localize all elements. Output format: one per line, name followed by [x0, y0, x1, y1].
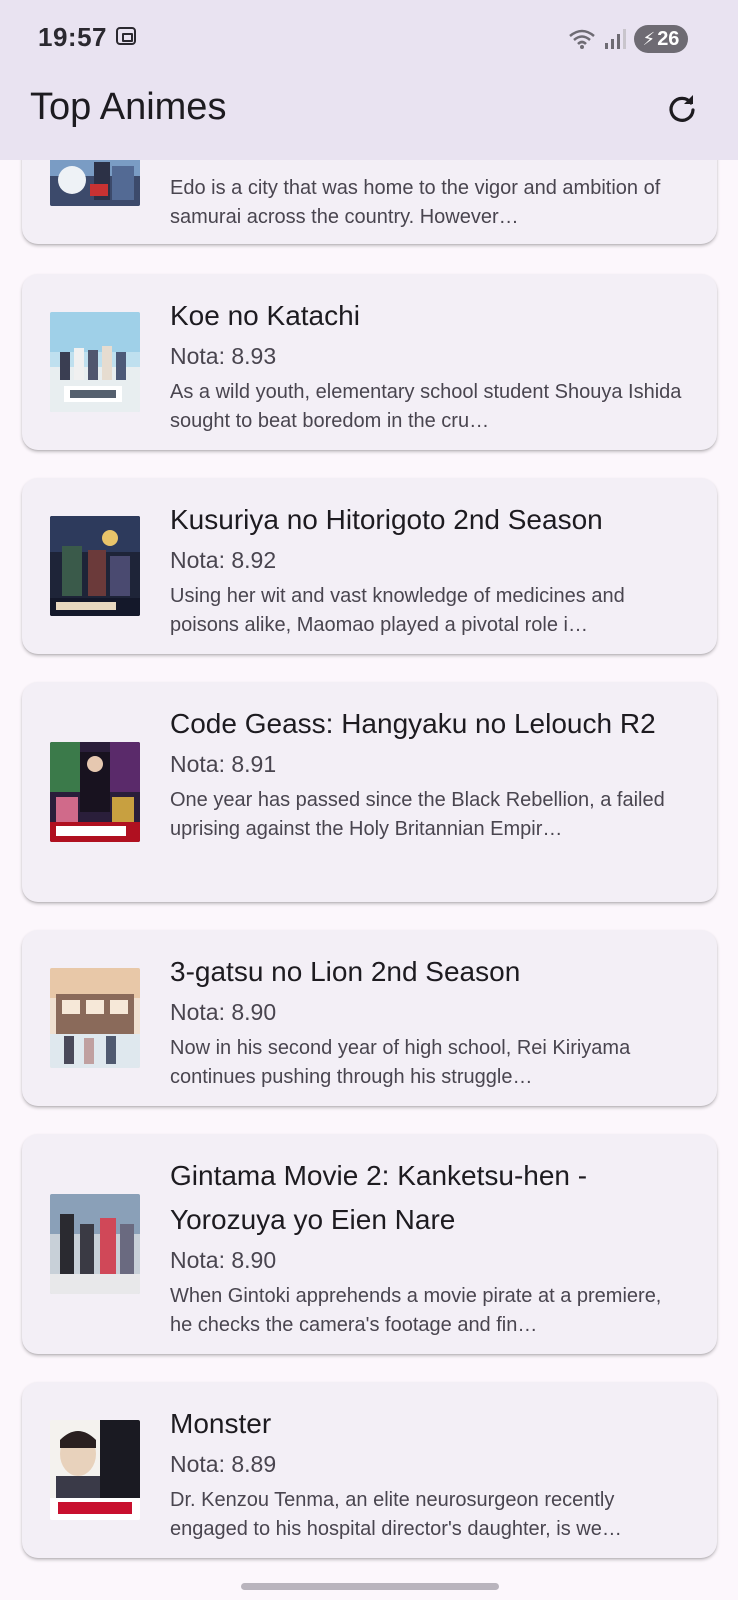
anime-title: Gintama Movie 2: Kanketsu-hen - Yorozuya… [170, 1160, 588, 1235]
anime-poster [50, 312, 140, 412]
anime-card[interactable]: Monster Nota: 8.89 Dr. Kenzou Tenma, an … [22, 1382, 717, 1558]
anime-score: Nota: 8.91 [170, 751, 277, 777]
anime-card[interactable]: Gintama Movie 2: Kanketsu-hen - Yorozuya… [22, 1134, 717, 1354]
page-title: Top Animes [30, 86, 227, 128]
app-bar: 19:57 ⚡ 26 Top Animes [0, 0, 738, 160]
anime-synopsis: Using her wit and vast knowledge of medi… [170, 585, 625, 636]
anime-score: Nota: 8.90 [170, 1247, 277, 1273]
battery-indicator: ⚡ 26 [634, 25, 688, 53]
anime-card[interactable]: 3-gatsu no Lion 2nd Season Nota: 8.90 No… [22, 930, 717, 1106]
anime-synopsis: When Gintoki apprehends a movie pirate a… [170, 1285, 662, 1336]
anime-synopsis: Dr. Kenzou Tenma, an elite neurosurgeon … [170, 1489, 622, 1540]
anime-card[interactable]: Koe no Katachi Nota: 8.93 As a wild yout… [22, 274, 717, 450]
anime-score: Nota: 8.92 [170, 547, 277, 573]
refresh-icon[interactable] [666, 92, 698, 124]
battery-bolt-icon: ⚡ [642, 28, 656, 49]
anime-synopsis: As a wild youth, elementary school stude… [170, 381, 682, 432]
anime-score: Nota: 8.89 [170, 1451, 277, 1477]
anime-title: Monster [170, 1408, 272, 1439]
anime-synopsis: Edo is a city that was home to the vigor… [170, 177, 661, 228]
status-time: 19:57 [38, 22, 107, 52]
status-icons: ⚡ 26 [568, 24, 688, 54]
anime-poster [50, 968, 140, 1068]
screenshot-icon [116, 27, 136, 45]
battery-level: 26 [657, 27, 680, 50]
anime-card[interactable]: Kusuriya no Hitorigoto 2nd Season Nota: … [22, 478, 717, 654]
anime-poster [50, 1420, 140, 1520]
anime-title: 3-gatsu no Lion 2nd Season [170, 956, 521, 987]
signal-icon [605, 29, 626, 49]
anime-card[interactable]: Code Geass: Hangyaku no Lelouch R2 Nota:… [22, 682, 717, 902]
anime-poster [50, 1194, 140, 1294]
anime-score: Nota: 8.90 [170, 999, 277, 1025]
gesture-handle[interactable] [241, 1583, 499, 1590]
anime-title: Kusuriya no Hitorigoto 2nd Season [170, 504, 603, 535]
anime-score: Nota: 8.93 [170, 343, 277, 369]
anime-poster [50, 516, 140, 616]
anime-title: Code Geass: Hangyaku no Lelouch R2 [170, 708, 656, 739]
wifi-icon [569, 29, 595, 49]
anime-poster [50, 742, 140, 842]
anime-synopsis: One year has passed since the Black Rebe… [170, 789, 665, 840]
anime-title: Koe no Katachi [170, 300, 360, 331]
anime-synopsis: Now in his second year of high school, R… [170, 1037, 631, 1088]
